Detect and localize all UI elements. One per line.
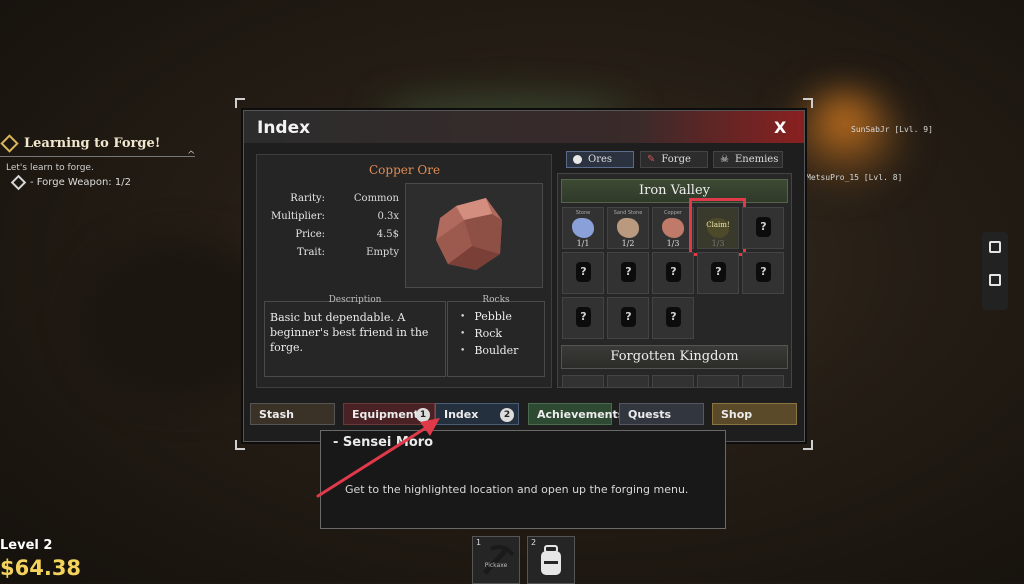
tab-forge[interactable]: ✎ Forge (640, 151, 708, 168)
locked-slot[interactable]: ? (742, 207, 784, 249)
ore-preview (405, 183, 543, 288)
quest-diamond-icon (0, 134, 19, 153)
stat-trait-label: Trait: (297, 247, 325, 258)
stat-trait-value: Empty (366, 247, 399, 258)
rock-item: Pebble (460, 310, 512, 323)
player-nameplate: MetsuPro_15 [Lvl. 8] (806, 173, 903, 182)
stone-icon (572, 218, 594, 238)
index-window: Index X Copper Ore Rarity: Common Multip… (235, 98, 813, 450)
ore-slot-sand-stone[interactable]: Sand Stone 1/2 (607, 207, 649, 249)
description-text: Basic but dependable. A beginner's best … (270, 311, 429, 354)
hammer-icon: ✎ (647, 154, 656, 165)
rocks-box: Rocks Pebble Rock Boulder (447, 295, 545, 377)
collection-panel: Iron Valley Stone 1/1 Sand Stone 1/2 Cop… (557, 173, 792, 388)
locked-slot[interactable]: ? (652, 297, 694, 339)
quest-task: - Forge Weapon: 1/2 (10, 174, 131, 191)
shop-button[interactable]: Shop (712, 403, 797, 425)
stat-multiplier-value: 0.3x (377, 211, 399, 222)
backpack-icon (541, 545, 561, 575)
description-box: Description Basic but dependable. A begi… (264, 295, 446, 377)
rock-item: Boulder (460, 344, 518, 357)
pointer-arrow-icon (316, 418, 440, 498)
zone-header-forgotten-kingdom: Forgotten Kingdom (561, 345, 788, 369)
side-toolbar (982, 232, 1008, 310)
locked-slot[interactable]: ? (562, 297, 604, 339)
zone-header-iron-valley: Iron Valley (561, 179, 788, 203)
quest-title-text: Learning to Forge! (24, 136, 161, 151)
locked-slot[interactable] (652, 375, 694, 387)
window-header (244, 111, 804, 143)
ore-slot-stone[interactable]: Stone 1/1 (562, 207, 604, 249)
hotbar-slot-2[interactable]: 2 (527, 536, 575, 584)
locked-slot[interactable] (742, 375, 784, 387)
tab-enemies[interactable]: ☠ Enemies (713, 151, 783, 168)
locked-slot[interactable]: ? (697, 252, 739, 294)
locked-slot[interactable]: ? (562, 252, 604, 294)
window-title: Index (257, 118, 311, 138)
copper-icon (662, 218, 684, 238)
rock-item: Rock (460, 327, 502, 340)
item-detail-panel: Copper Ore Rarity: Common Multiplier: 0.… (256, 154, 552, 388)
locked-slot[interactable]: ? (742, 252, 784, 294)
record-icon[interactable] (989, 274, 1001, 286)
pickaxe-icon (483, 545, 515, 575)
achievements-button[interactable]: Achievements (528, 403, 624, 425)
locked-slot[interactable] (607, 375, 649, 387)
sand-stone-icon (617, 218, 639, 238)
locked-slot[interactable]: ? (607, 252, 649, 294)
copper-ore-icon (436, 198, 502, 270)
skull-icon: ☠ (720, 154, 729, 165)
stat-price-value: 4.5$ (376, 229, 399, 240)
player-nameplate: SunSabJr [Lvl. 9] (851, 125, 933, 134)
quest-divider (0, 156, 195, 157)
rocks-header: Rocks (482, 295, 510, 305)
locked-slot[interactable] (697, 375, 739, 387)
quests-button[interactable]: Quests (619, 403, 704, 425)
index-badge: 2 (500, 408, 514, 422)
stat-price-label: Price: (295, 229, 325, 240)
player-level: Level 2 (0, 538, 53, 553)
close-button[interactable]: X (774, 118, 786, 137)
locked-slot[interactable] (562, 375, 604, 387)
stat-rarity-value: Common (353, 193, 399, 204)
quest-task-text: - Forge Weapon: 1/2 (30, 177, 131, 188)
locked-slot[interactable]: ? (607, 297, 649, 339)
description-header: Description (328, 295, 382, 305)
quest-title[interactable]: Learning to Forge! (0, 134, 161, 153)
ore-icon (573, 155, 582, 164)
quest-subtitle: Let's learn to forge. (6, 163, 94, 173)
player-money: $64.38 (0, 556, 82, 580)
tab-ores[interactable]: Ores (566, 151, 634, 168)
stat-multiplier-label: Multiplier: (271, 211, 325, 222)
highlight-box (689, 198, 746, 256)
hotbar-slot-pickaxe[interactable]: 1 Pickaxe (472, 536, 520, 584)
ore-slot-copper[interactable]: Copper 1/3 (652, 207, 694, 249)
screenshot-icon[interactable] (989, 241, 1001, 253)
item-name: Copper Ore (369, 163, 441, 177)
stat-rarity-label: Rarity: (290, 193, 325, 204)
task-diamond-icon (10, 174, 27, 191)
locked-slot[interactable]: ? (652, 252, 694, 294)
